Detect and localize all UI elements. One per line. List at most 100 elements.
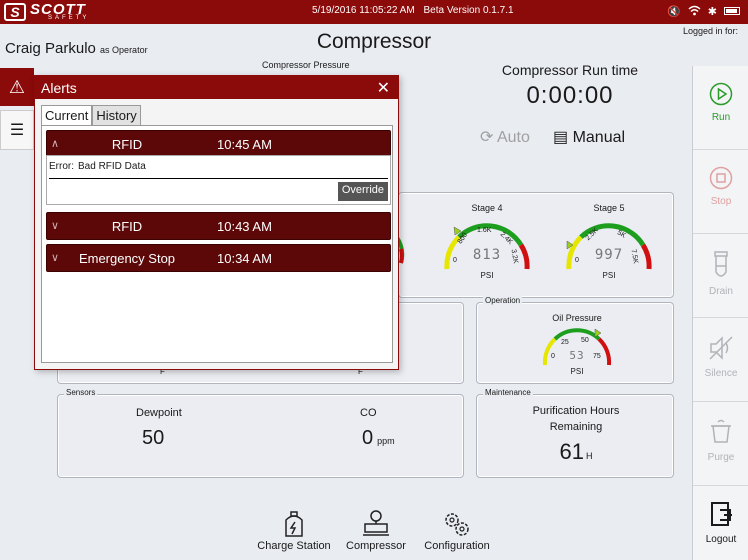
stop-button[interactable]: Stop [693,150,748,234]
page-title: Compressor [316,30,432,53]
stage-5-unit: PSI [602,271,616,280]
divider [49,178,388,179]
co-reading: 0 ppm [362,427,395,450]
sensors-panel: Sensors Dewpoint 50 CO 0 ppm [57,388,464,478]
runtime-value: 0:00:00 [526,82,614,109]
silence-label: Silence [704,368,738,379]
nav-compressor-label: Compressor [346,540,406,552]
purification-title-line1: Purification Hours [532,405,620,417]
logout-button[interactable]: Logout [693,486,748,560]
wifi-icon [688,5,701,16]
stop-icon [709,166,733,190]
nav-configuration-label: Configuration [424,540,490,552]
alert-detail: Error: Bad RFID Data Override [46,155,391,205]
silence-button[interactable]: Silence [693,318,748,402]
action-sidebar: Run Stop Drain Silence Purge Logout [692,66,748,560]
list-tab[interactable]: ☰ [0,110,34,150]
stage-4-tick-2: 1.6K [477,227,492,234]
nav-configuration[interactable]: Configuration [418,510,496,552]
manual-icon: ▤ [553,129,569,146]
alerts-header: Alerts ✕ [35,76,398,99]
co-unit: ppm [377,436,395,446]
speaker-mute-icon [709,336,733,360]
purification-reading: 61 H [477,439,675,465]
maintenance-panel: Maintenance Purification Hours Remaining… [476,388,675,478]
top-bar: S SCOTT SAFETY 5/19/2016 11:05:22 AM Bet… [0,0,748,24]
mute-icon: 🔇 [667,6,681,18]
status-icons: 🔇 ✱ [667,5,740,18]
alert-name: RFID [111,137,143,152]
alerts-dialog: Alerts ✕ Current History ∧ RFID 10:45 AM… [34,75,399,370]
maintenance-legend: Maintenance [483,388,533,397]
alert-row-2[interactable]: ∨ Emergency Stop 10:34 AM [46,244,391,272]
runtime-label: Compressor Run time [501,62,639,78]
alerts-tab[interactable]: ⚠ [0,68,34,106]
alert-error-message: Bad RFID Data [78,161,146,172]
alerts-list: ∧ RFID 10:45 AM Error: Bad RFID Data Over… [41,125,393,363]
logged-in-label: Logged in for: [682,26,738,36]
alerts-title: Alerts [41,80,77,96]
scott-logo-mark: S [4,3,26,21]
logout-icon [711,502,732,526]
dewpoint-value: 50 [142,427,165,449]
tab-current[interactable]: Current [41,105,93,125]
datetime: 5/19/2016 11:05:22 AM [312,5,415,16]
gears-icon [445,513,469,536]
sensors-legend: Sensors [64,388,98,397]
auto-button[interactable]: ⟳ Auto [480,127,530,147]
stage-4-reading: 813 [472,247,502,263]
alerts-tabs: Current History [41,105,141,125]
list-icon: ☰ [9,122,25,139]
alert-row-0[interactable]: ∧ RFID 10:45 AM [46,130,391,158]
co-label: CO [360,407,377,419]
override-button[interactable]: Override [337,182,388,201]
nav-charge-station-label: Charge Station [257,540,331,552]
stage-5-title: Stage 5 [593,203,625,213]
stop-label: Stop [710,196,732,207]
battery-icon [724,7,740,15]
close-icon[interactable]: ✕ [377,78,390,98]
purification-unit: H [585,451,593,461]
run-label: Run [711,112,731,123]
stage-5-reading: 997 [594,247,624,263]
stage-4-unit: PSI [480,271,494,280]
logo-subtext: SAFETY [48,15,90,21]
oil-pressure-reading: 53 [569,349,585,362]
alert-time: 10:45 AM [217,137,272,152]
alert-row-1[interactable]: ∨ RFID 10:43 AM [46,212,391,240]
manual-label: Manual [572,129,626,146]
dewpoint-label: Dewpoint [136,407,182,419]
alert-time: 10:34 AM [217,251,272,266]
logout-label: Logout [705,534,737,545]
drain-label: Drain [709,286,733,297]
test-tube-icon [714,251,728,277]
drain-button[interactable]: Drain [693,234,748,318]
alert-error-label: Error: [49,161,74,172]
nav-charge-station[interactable]: Charge Station [252,510,336,552]
tab-history[interactable]: History [92,105,141,125]
scott-logo: S SCOTT SAFETY [4,1,100,22]
topbar-info: 5/19/2016 11:05:22 AM Beta Version 0.1.7… [312,5,520,16]
warning-icon: ⚠ [8,77,26,97]
compressor-icon [363,510,389,536]
alert-name: RFID [111,219,143,234]
run-button[interactable]: Run [693,66,748,150]
version: Beta Version 0.1.7.1 [423,5,514,16]
compressor-pressure-label: Compressor Pressure [262,60,350,70]
purge-button[interactable]: Purge [693,402,748,486]
oil-pressure-title: Oil Pressure [552,313,602,323]
charge-station-icon [285,511,303,537]
oil-pressure-unit: PSI [570,367,584,376]
purification-title-line2: Remaining [549,421,603,433]
alert-error-text: Error: Bad RFID Data [49,161,150,172]
oil-pressure-gauge [542,328,612,366]
play-icon [709,82,733,106]
bluetooth-icon: ✱ [707,6,717,18]
purification-value: 61 [559,439,584,464]
alert-time: 10:43 AM [217,219,272,234]
nav-compressor[interactable]: Compressor [340,510,412,552]
alert-name: Emergency Stop [78,251,176,266]
stages-panel: Stage 4 0 800 1.6K 2.4K 3.2K 813 PSI Sta… [389,192,674,298]
manual-button[interactable]: ▤ Manual [553,127,625,147]
stage-5-gauge [566,223,652,270]
